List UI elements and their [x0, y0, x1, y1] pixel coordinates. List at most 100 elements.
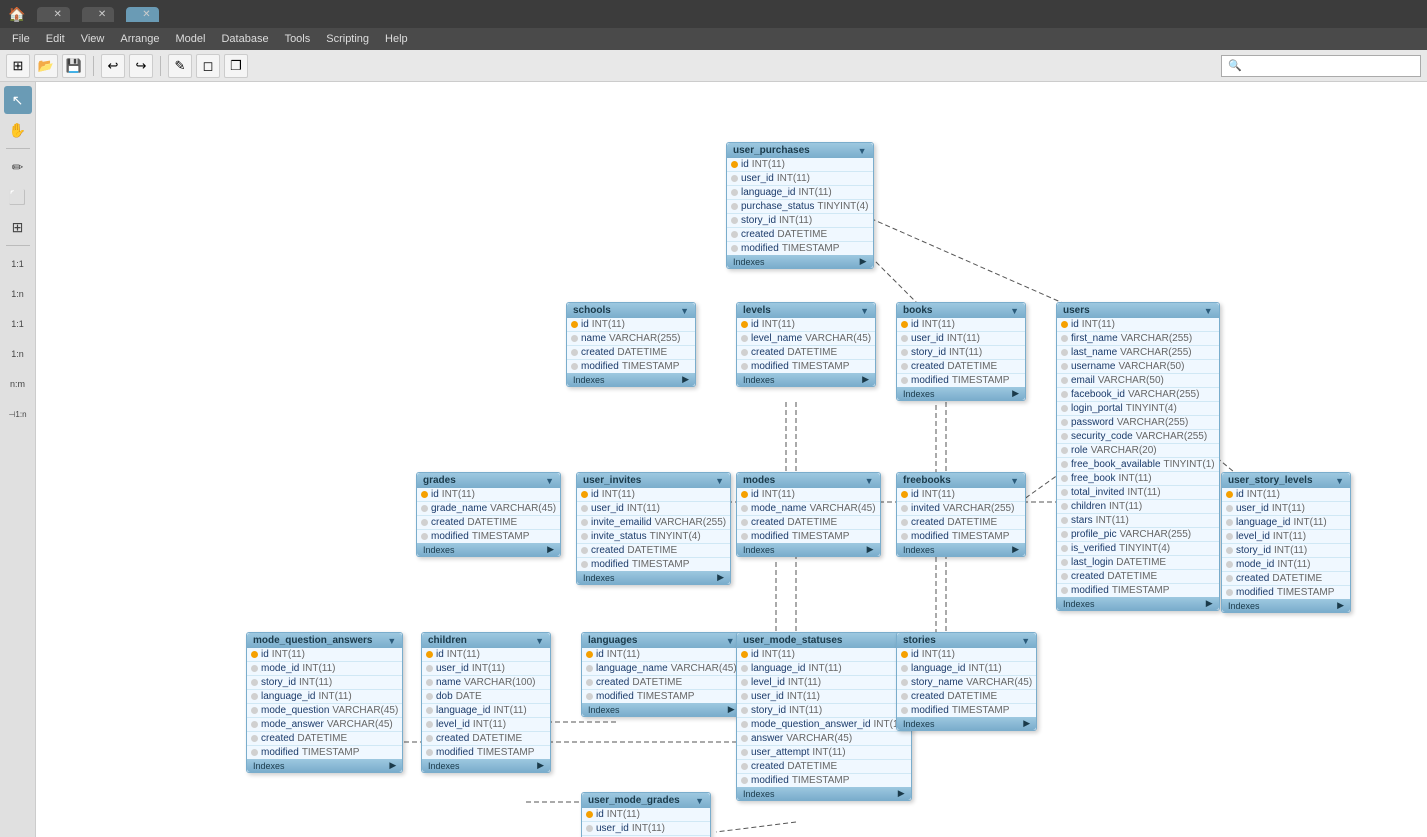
table-modes[interactable]: modes▼id INT(11)mode_name VARCHAR(45)cre…	[736, 472, 881, 557]
table-dropdown-schools[interactable]: ▼	[680, 306, 689, 316]
table-schools[interactable]: schools▼id INT(11)name VARCHAR(255)creat…	[566, 302, 696, 387]
tool-pencil[interactable]: ✏	[4, 153, 32, 181]
column-type: TIMESTAMP	[952, 705, 1010, 716]
tab-close-eer[interactable]: ✕	[142, 9, 150, 20]
indexes-arrow[interactable]: ▶	[1012, 388, 1019, 399]
tool-rectangle[interactable]: ⬜	[4, 183, 32, 211]
tool-relnm[interactable]: n:m	[4, 370, 32, 398]
table-footer-levels[interactable]: Indexes▶	[737, 373, 875, 386]
table-dropdown-books[interactable]: ▼	[1010, 306, 1019, 316]
table-footer-schools[interactable]: Indexes▶	[567, 373, 695, 386]
indexes-arrow[interactable]: ▶	[682, 374, 689, 385]
table-dropdown-user_mode_grades[interactable]: ▼	[695, 796, 704, 806]
menu-arrange[interactable]: Arrange	[112, 31, 167, 47]
table-dropdown-mode_question_answers[interactable]: ▼	[387, 636, 396, 646]
tab-close-mysql[interactable]: ✕	[53, 9, 61, 20]
table-dropdown-freebooks[interactable]: ▼	[1010, 476, 1019, 486]
indexes-arrow[interactable]: ▶	[717, 572, 724, 583]
table-grades[interactable]: grades▼id INT(11)grade_name VARCHAR(45)c…	[416, 472, 561, 557]
indexes-arrow[interactable]: ▶	[1337, 600, 1344, 611]
table-stories[interactable]: stories▼id INT(11)language_id INT(11)sto…	[896, 632, 1037, 731]
indexes-arrow[interactable]: ▶	[862, 374, 869, 385]
indexes-arrow[interactable]: ▶	[728, 704, 735, 715]
table-dropdown-levels[interactable]: ▼	[860, 306, 869, 316]
tool-rel1nb[interactable]: 1:n	[4, 340, 32, 368]
menu-edit[interactable]: Edit	[38, 31, 73, 47]
table-users[interactable]: users▼id INT(11)first_name VARCHAR(255)l…	[1056, 302, 1220, 611]
menu-view[interactable]: View	[73, 31, 113, 47]
table-user_story_levels[interactable]: user_story_levels▼id INT(11)user_id INT(…	[1221, 472, 1351, 613]
indexes-arrow[interactable]: ▶	[898, 788, 905, 799]
tool-hand[interactable]: ✋	[4, 116, 32, 144]
table-footer-children[interactable]: Indexes▶	[422, 759, 550, 772]
edit-button[interactable]: ✎	[168, 54, 192, 78]
table-footer-user_purchases[interactable]: Indexes▶	[727, 255, 873, 268]
table-dropdown-users[interactable]: ▼	[1204, 306, 1213, 316]
tab-mysql[interactable]: ✕	[37, 7, 69, 22]
table-dropdown-grades[interactable]: ▼	[545, 476, 554, 486]
tool-rel11b[interactable]: 1:1	[4, 310, 32, 338]
open-button[interactable]: 📂	[34, 54, 58, 78]
menu-scripting[interactable]: Scripting	[318, 31, 377, 47]
indexes-arrow[interactable]: ▶	[389, 760, 396, 771]
table-footer-mode_question_answers[interactable]: Indexes▶	[247, 759, 402, 772]
indexes-arrow[interactable]: ▶	[1206, 598, 1213, 609]
table-levels[interactable]: levels▼id INT(11)level_name VARCHAR(45)c…	[736, 302, 876, 387]
table-dropdown-modes[interactable]: ▼	[865, 476, 874, 486]
table-footer-user_mode_statuses[interactable]: Indexes▶	[737, 787, 911, 800]
table-books[interactable]: books▼id INT(11)user_id INT(11)story_id …	[896, 302, 1026, 401]
indexes-arrow[interactable]: ▶	[547, 544, 554, 555]
table-dropdown-user_invites[interactable]: ▼	[715, 476, 724, 486]
table-footer-freebooks[interactable]: Indexes▶	[897, 543, 1025, 556]
copy-button[interactable]: ❐	[224, 54, 248, 78]
search-input[interactable]	[1221, 55, 1421, 77]
table-user_mode_statuses[interactable]: user_mode_statuses▼id INT(11)language_id…	[736, 632, 912, 801]
table-dropdown-user_purchases[interactable]: ▼	[858, 146, 867, 156]
tab-eer[interactable]: ✕	[126, 7, 158, 22]
new-button[interactable]: ⊞	[6, 54, 30, 78]
undo-button[interactable]: ↩	[101, 54, 125, 78]
table-dropdown-languages[interactable]: ▼	[726, 636, 735, 646]
tool-select[interactable]: ↖	[4, 86, 32, 114]
table-footer-grades[interactable]: Indexes▶	[417, 543, 560, 556]
table-dropdown-children[interactable]: ▼	[535, 636, 544, 646]
indexes-arrow[interactable]: ▶	[1012, 544, 1019, 555]
menu-help[interactable]: Help	[377, 31, 416, 47]
tool-rel1n[interactable]: 1:n	[4, 280, 32, 308]
tool-table[interactable]: ⊞	[4, 213, 32, 241]
table-languages[interactable]: languages▼id INT(11)language_name VARCHA…	[581, 632, 742, 717]
table-footer-users[interactable]: Indexes▶	[1057, 597, 1219, 610]
table-freebooks[interactable]: freebooks▼id INT(11)invited VARCHAR(255)…	[896, 472, 1026, 557]
indexes-arrow[interactable]: ▶	[537, 760, 544, 771]
tool-rel11[interactable]: 1:1	[4, 250, 32, 278]
table-children[interactable]: children▼id INT(11)user_id INT(11)name V…	[421, 632, 551, 773]
table-user_invites[interactable]: user_invites▼id INT(11)user_id INT(11)in…	[576, 472, 731, 585]
menu-database[interactable]: Database	[213, 31, 276, 47]
indexes-arrow[interactable]: ▶	[860, 256, 867, 267]
indexes-arrow[interactable]: ▶	[1023, 718, 1030, 729]
table-header-levels: levels▼	[737, 303, 875, 318]
table-mode_question_answers[interactable]: mode_question_answers▼id INT(11)mode_id …	[246, 632, 403, 773]
tab-model[interactable]: ✕	[82, 7, 114, 22]
table-user_mode_grades[interactable]: user_mode_grades▼id INT(11)user_id INT(1…	[581, 792, 711, 837]
menu-model[interactable]: Model	[168, 31, 214, 47]
canvas[interactable]: user_purchases▼id INT(11)user_id INT(11)…	[36, 82, 1427, 837]
table-footer-modes[interactable]: Indexes▶	[737, 543, 880, 556]
tab-close-model[interactable]: ✕	[98, 9, 106, 20]
home-icon[interactable]: 🏠	[8, 6, 25, 23]
menu-file[interactable]: File	[4, 31, 38, 47]
tool-rel1nc[interactable]: ⊣1:n	[4, 400, 32, 428]
table-dropdown-stories[interactable]: ▼	[1021, 636, 1030, 646]
table-footer-user_story_levels[interactable]: Indexes▶	[1222, 599, 1350, 612]
table-footer-books[interactable]: Indexes▶	[897, 387, 1025, 400]
indexes-arrow[interactable]: ▶	[867, 544, 874, 555]
redo-button[interactable]: ↪	[129, 54, 153, 78]
table-footer-stories[interactable]: Indexes▶	[897, 717, 1036, 730]
menu-tools[interactable]: Tools	[277, 31, 319, 47]
table-footer-user_invites[interactable]: Indexes▶	[577, 571, 730, 584]
table-user_purchases[interactable]: user_purchases▼id INT(11)user_id INT(11)…	[726, 142, 874, 269]
select-button[interactable]: ◻	[196, 54, 220, 78]
table-dropdown-user_story_levels[interactable]: ▼	[1335, 476, 1344, 486]
save-button[interactable]: 💾	[62, 54, 86, 78]
table-footer-languages[interactable]: Indexes▶	[582, 703, 741, 716]
